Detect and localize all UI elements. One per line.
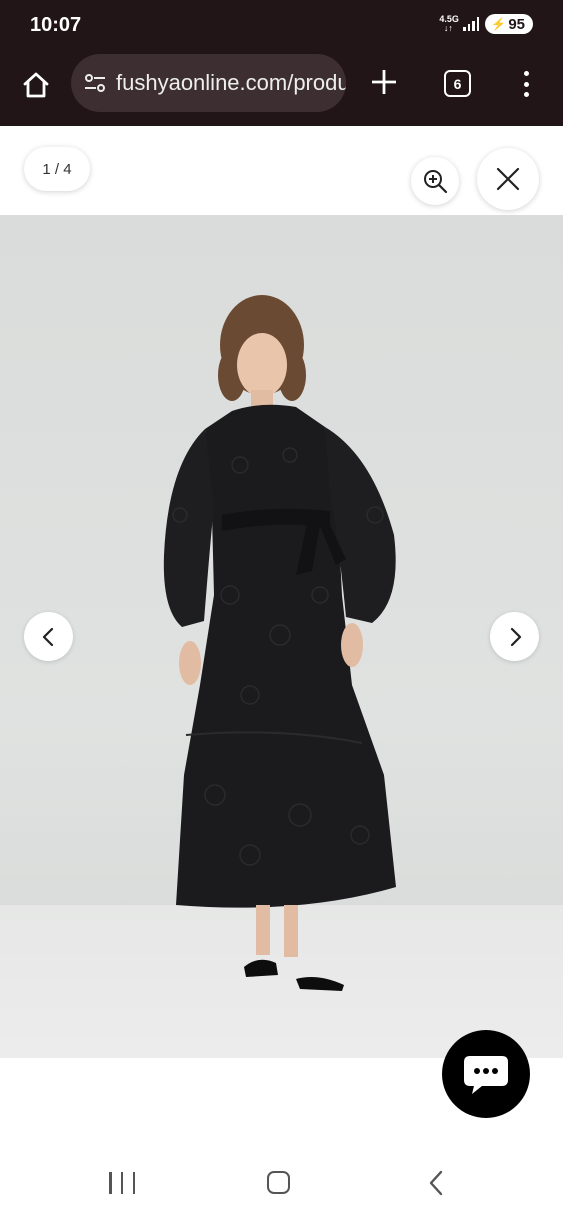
- status-bar: 10:07 4.5G ↓↑ ⚡ 95: [0, 0, 563, 52]
- previous-image-button[interactable]: [24, 612, 73, 661]
- close-button[interactable]: [477, 148, 539, 210]
- browser-toolbar: fushyaonline.com/products 6: [0, 52, 563, 126]
- zoom-in-icon: [424, 170, 448, 194]
- chevron-left-icon: [42, 627, 53, 646]
- back-button[interactable]: [426, 1170, 446, 1196]
- more-vert-icon[interactable]: [516, 68, 536, 100]
- battery-indicator: ⚡ 95: [485, 14, 533, 34]
- tune-icon: [85, 74, 105, 92]
- new-tab-button[interactable]: [368, 66, 400, 98]
- network-type-icon: 4.5G ↓↑: [439, 14, 459, 33]
- system-nav-bar: [0, 1150, 563, 1219]
- url-text: fushyaonline.com/products: [116, 70, 346, 95]
- chevron-right-icon: [510, 627, 521, 646]
- home-button[interactable]: [18, 67, 54, 103]
- status-time: 10:07: [30, 14, 82, 36]
- chat-button[interactable]: [442, 1030, 530, 1118]
- recents-button[interactable]: [109, 1172, 135, 1194]
- status-indicators: 4.5G ↓↑ ⚡ 95: [439, 14, 533, 34]
- close-icon: [496, 167, 520, 191]
- battery-level: 95: [508, 15, 525, 33]
- model-figure: [163, 295, 396, 991]
- product-image[interactable]: [0, 215, 563, 1058]
- site-settings-button[interactable]: [82, 70, 108, 96]
- next-image-button[interactable]: [490, 612, 539, 661]
- plus-icon: [372, 70, 396, 94]
- home-nav-button[interactable]: [267, 1171, 290, 1194]
- image-counter: 1 / 4: [24, 147, 90, 191]
- charging-icon: ⚡: [491, 17, 507, 31]
- chat-icon: [464, 1056, 508, 1094]
- tab-count: 6: [453, 75, 462, 92]
- signal-icon: [463, 17, 480, 31]
- zoom-button[interactable]: [411, 157, 459, 205]
- home-icon: [23, 72, 49, 98]
- address-bar[interactable]: fushyaonline.com/products: [71, 54, 346, 112]
- tab-switcher-button[interactable]: 6: [444, 70, 471, 97]
